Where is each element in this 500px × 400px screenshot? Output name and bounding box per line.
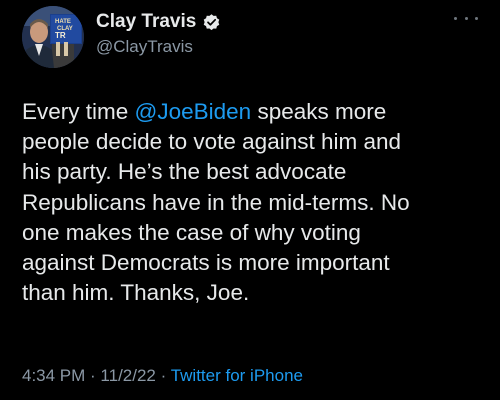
tweet-line-1-suffix: speaks more <box>251 99 387 124</box>
author-avatar[interactable]: HATE CLAY TR <box>22 6 84 68</box>
author-display-name[interactable]: Clay Travis <box>96 11 196 33</box>
meta-separator: · <box>85 366 101 385</box>
tweet-card: HATE CLAY TR Clay Travis @ClayTravis Eve… <box>0 0 500 400</box>
avatar-sign-line-1: HATE <box>55 19 71 25</box>
tweet-text: Every time @JoeBiden speaks more people … <box>22 97 484 308</box>
tweet-line-1: Every time @JoeBiden speaks more <box>22 97 484 127</box>
author-handle[interactable]: @ClayTravis <box>96 37 221 57</box>
tweet-line-2: people decide to vote against him and <box>22 129 402 155</box>
author-info: Clay Travis @ClayTravis <box>96 10 221 57</box>
tweet-line-4: Republicans have in the mid-terms. No <box>22 189 410 215</box>
tweet-line-5: one makes the case of why voting <box>22 219 361 245</box>
mention-link[interactable]: @JoeBiden <box>135 99 252 124</box>
more-options-icon[interactable] <box>454 10 478 26</box>
avatar-sign-line-3: TR <box>55 31 66 40</box>
tweet-metadata: 4:34 PM · 11/2/22 · Twitter for iPhone <box>22 366 303 386</box>
more-dot <box>454 16 457 20</box>
tweet-source-link[interactable]: Twitter for iPhone <box>171 366 303 385</box>
more-dot <box>475 16 478 20</box>
tweet-date[interactable]: 11/2/22 <box>100 366 155 385</box>
more-dot <box>464 16 468 20</box>
verified-badge-icon <box>202 13 221 32</box>
tweet-line-7: than him. Thanks, Joe. <box>22 280 250 306</box>
tweet-time[interactable]: 4:34 PM <box>22 366 85 385</box>
meta-separator: · <box>155 366 171 385</box>
tweet-line-1-prefix: Every time <box>22 99 135 124</box>
tweet-line-6: against Democrats is more important <box>22 250 390 276</box>
avatar-image: HATE CLAY TR <box>22 6 84 68</box>
tweet-line-3: his party. He’s the best advocate <box>22 159 347 185</box>
author-name-row: Clay Travis <box>96 10 221 34</box>
